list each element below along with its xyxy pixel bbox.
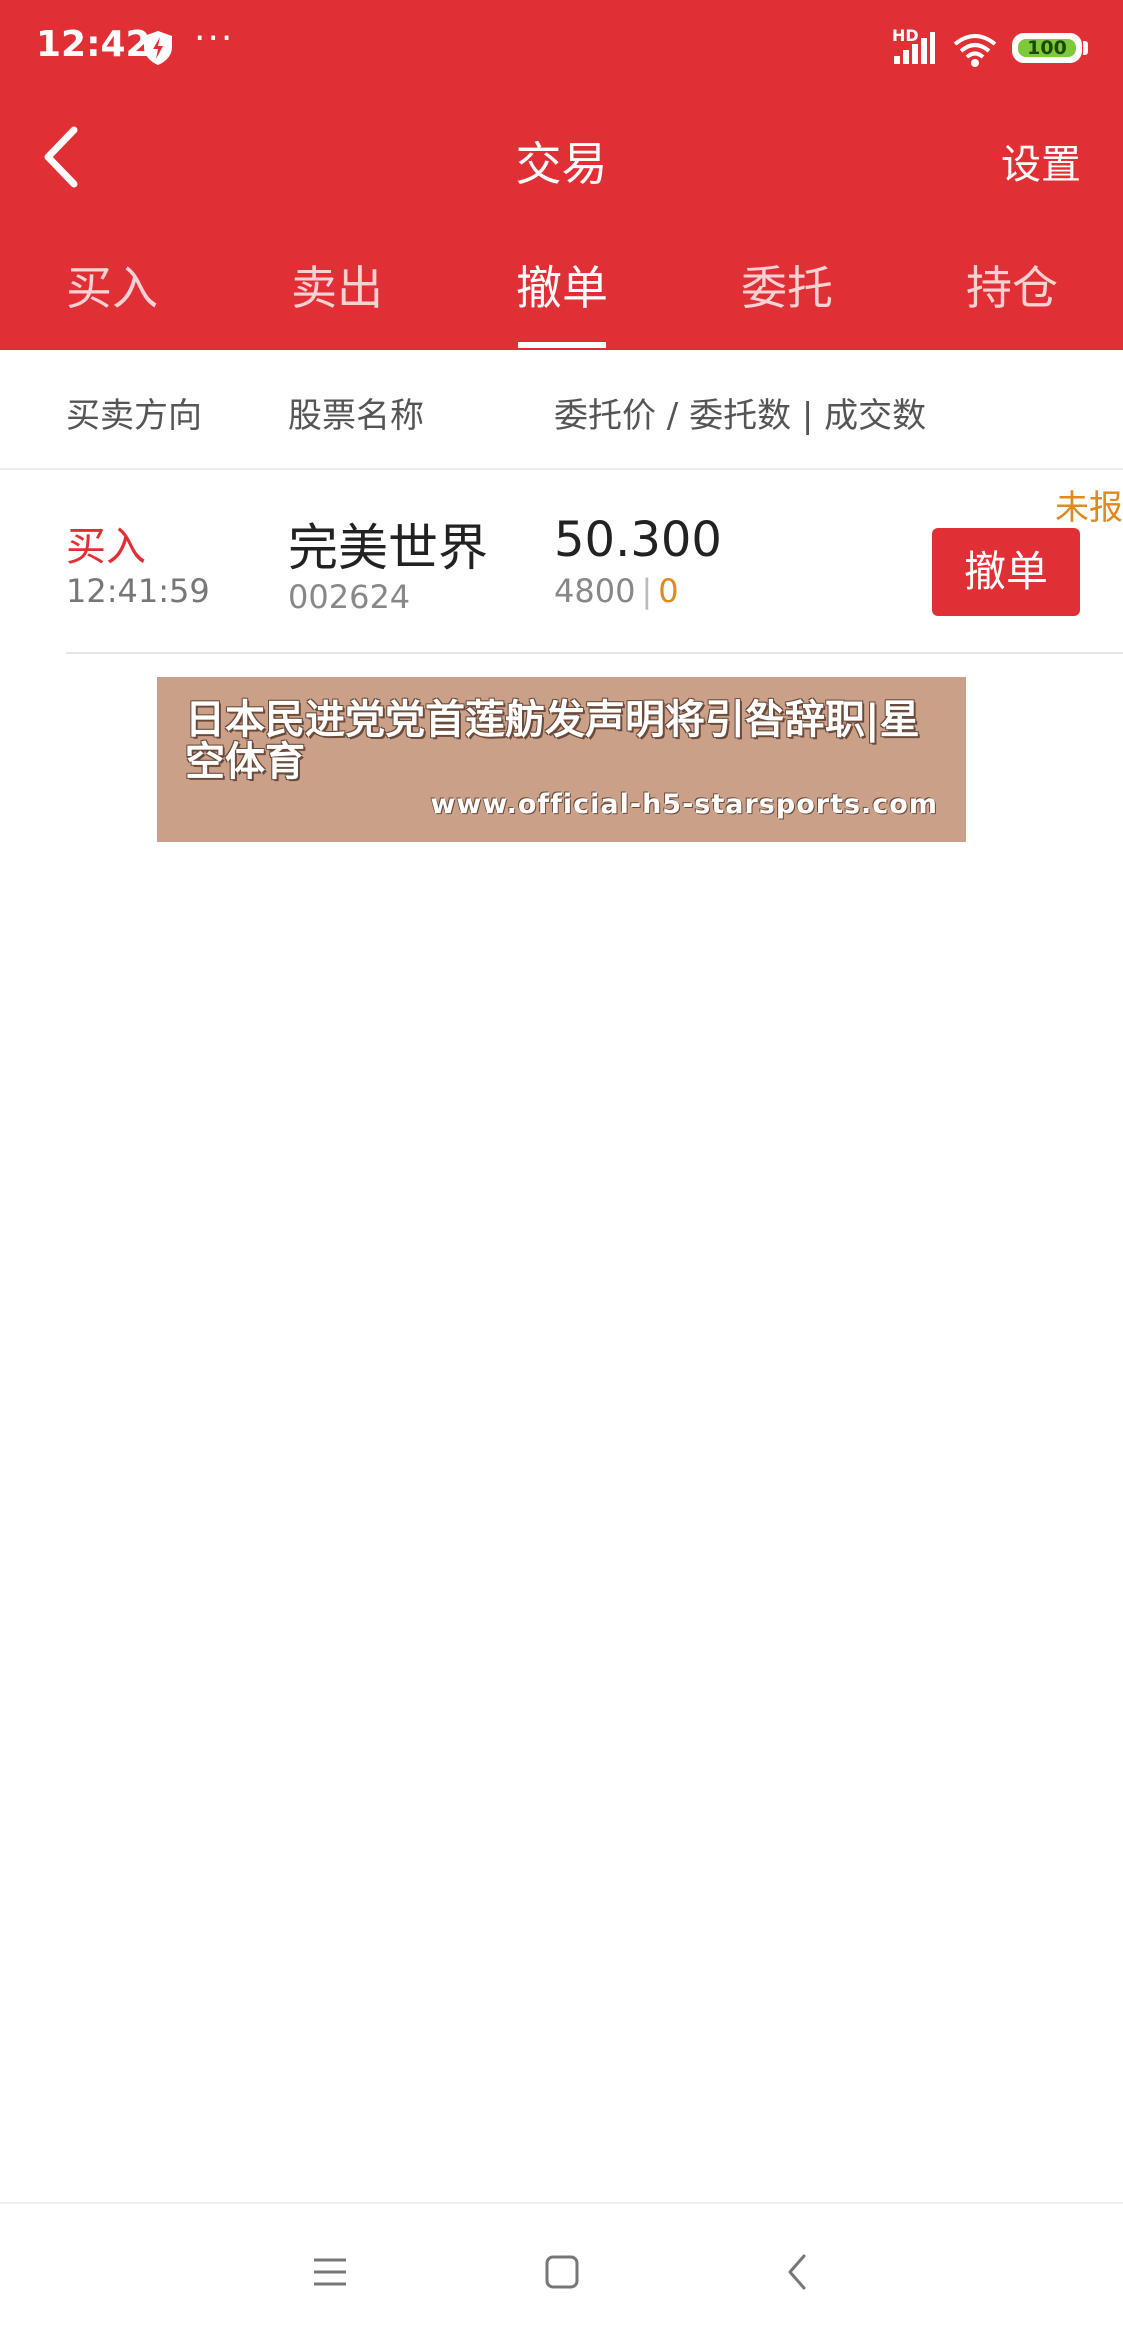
- battery-icon: 100: [1012, 33, 1082, 63]
- cancel-order-button[interactable]: 撤单: [932, 528, 1080, 616]
- stock-name: 完美世界: [288, 519, 488, 577]
- status-more-dots: ···: [194, 18, 235, 59]
- stock-code: 002624: [288, 578, 411, 616]
- order-column-headers: 买卖方向 股票名称 委托价 / 委托数 | 成交数: [0, 350, 1123, 470]
- shield-icon: [144, 31, 172, 65]
- ad-headline: 日本民进党党首莲舫发声明将引咎辞职|星空体育: [185, 697, 920, 785]
- active-tab-indicator: [518, 342, 606, 348]
- ad-url: www.official-h5-starsports.com: [430, 789, 938, 820]
- ad-banner[interactable]: 日本民进党党首莲舫发声明将引咎辞职|星空体育 www.official-h5-s…: [157, 677, 966, 842]
- tab-orders[interactable]: 委托: [687, 252, 887, 318]
- status-bar: 12:42 ··· HD 100: [0, 0, 1123, 100]
- order-row: 买入 12:41:59 完美世界 002624 50.300 4800 | 0 未报…: [66, 470, 1123, 654]
- status-time: 12:42: [36, 24, 151, 65]
- order-price: 50.300: [554, 512, 722, 568]
- system-navigation-bar: [0, 2202, 1123, 2339]
- filled-quantity: 0: [658, 572, 679, 610]
- wifi-icon: [953, 34, 997, 67]
- tab-sell[interactable]: 卖出: [237, 252, 437, 318]
- nav-bar: 交易 设置: [0, 100, 1123, 215]
- battery-tip: [1083, 41, 1088, 55]
- menu-icon[interactable]: [308, 2250, 352, 2294]
- quantity-separator: |: [641, 572, 653, 610]
- order-quantity-line: 4800 | 0: [554, 572, 679, 610]
- column-price-qty: 委托价 / 委托数 | 成交数: [554, 396, 927, 436]
- battery-level: 100: [1018, 39, 1076, 58]
- tab-positions[interactable]: 持仓: [912, 252, 1112, 318]
- order-time: 12:41:59: [66, 572, 210, 610]
- tab-cancel[interactable]: 撤单: [462, 252, 662, 318]
- page-title: 交易: [515, 137, 608, 191]
- settings-button[interactable]: 设置: [1001, 132, 1081, 190]
- app-header: 12:42 ··· HD 100 交易 设置 买入 卖出 撤单 委托 持仓: [0, 0, 1123, 350]
- tab-buy[interactable]: 买入: [12, 252, 212, 318]
- signal-icon: [894, 32, 935, 64]
- trade-tabs: 买入 卖出 撤单 委托 持仓: [0, 230, 1123, 350]
- back-triangle-icon[interactable]: [776, 2250, 820, 2294]
- order-direction: 买入: [66, 524, 146, 570]
- home-square-icon[interactable]: [540, 2250, 584, 2294]
- column-direction: 买卖方向: [66, 396, 202, 436]
- column-stock-name: 股票名称: [288, 396, 424, 436]
- order-quantity: 4800: [554, 572, 636, 610]
- order-status-badge: 未报: [1055, 488, 1123, 528]
